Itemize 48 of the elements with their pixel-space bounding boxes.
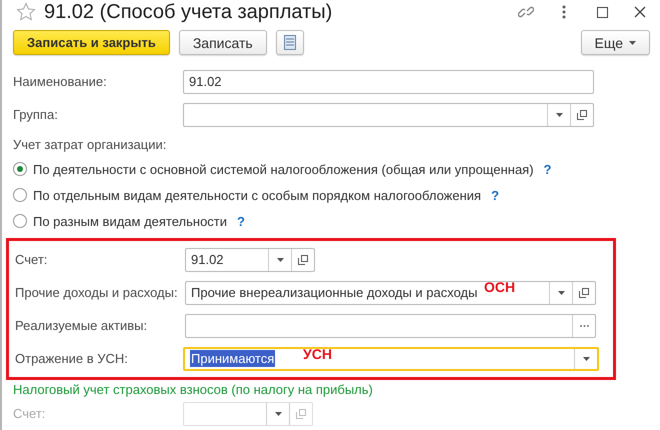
help-link[interactable]: ? (544, 162, 552, 176)
more-button[interactable]: Еще (580, 30, 650, 55)
more-icon[interactable] (562, 5, 566, 19)
maximize-icon[interactable] (596, 6, 608, 18)
star-icon[interactable] (16, 2, 36, 22)
dropdown-icon (276, 258, 284, 262)
link-icon[interactable] (518, 4, 534, 20)
dropdown-icon (556, 112, 562, 116)
option-label[interactable]: По отдельным видам деятельности с особым порядком налогообложения (33, 188, 482, 202)
input-field[interactable]: Прочие внереализационные доходы и расходы ОСН (185, 280, 596, 304)
list-icon (284, 35, 296, 50)
dropdown-icon (629, 40, 636, 44)
open-icon (296, 408, 306, 418)
window-title: 91.02 (Способ учета зарплаты) (44, 0, 334, 24)
open-icon (577, 110, 587, 120)
field-label: Прочие доходы и расходы: (15, 285, 179, 300)
annotation-text: УСН (303, 346, 332, 362)
field-label: Отражение в УСН: (15, 351, 129, 366)
input-field[interactable] (183, 402, 313, 426)
help-link[interactable]: ? (237, 214, 245, 228)
list-button[interactable] (276, 30, 304, 55)
annotation-text: ОСН (484, 278, 516, 294)
input-field[interactable] (183, 102, 594, 126)
close-icon[interactable] (634, 6, 646, 18)
input-field[interactable]: 91.02 (183, 70, 594, 94)
section-label: Учет затрат организации: (13, 137, 168, 152)
input-field[interactable]: 91.02 (185, 248, 315, 272)
radio-button[interactable] (13, 162, 27, 176)
option-label[interactable]: По разным видам деятельности (33, 214, 228, 228)
field-label: Счет: (15, 252, 48, 267)
field-label: Наименование: (13, 74, 108, 89)
open-icon (579, 288, 589, 298)
input-field[interactable]: Принимаются УСН (183, 346, 599, 370)
save-button[interactable]: Записать (178, 30, 267, 55)
dropdown-icon (274, 412, 282, 416)
field-label: Группа: (13, 107, 59, 122)
field-label: Реализуемые активы: (15, 318, 148, 333)
radio-button[interactable] (13, 214, 27, 228)
input-field[interactable] (185, 314, 596, 338)
dropdown-icon (582, 356, 590, 360)
section-title: Налоговый учет страховых взносов (по налогу на прибыль) (12, 382, 374, 397)
field-label: Счет: (13, 406, 46, 421)
save-and-close-button[interactable]: Записать и закрыть (13, 30, 170, 55)
option-label[interactable]: По деятельности с основной системой налогообложения (общая или упрощенная) (33, 162, 534, 176)
radio-button[interactable] (13, 188, 27, 202)
dropdown-icon (558, 290, 564, 294)
help-link[interactable]: ? (491, 188, 500, 202)
open-icon (298, 254, 308, 264)
